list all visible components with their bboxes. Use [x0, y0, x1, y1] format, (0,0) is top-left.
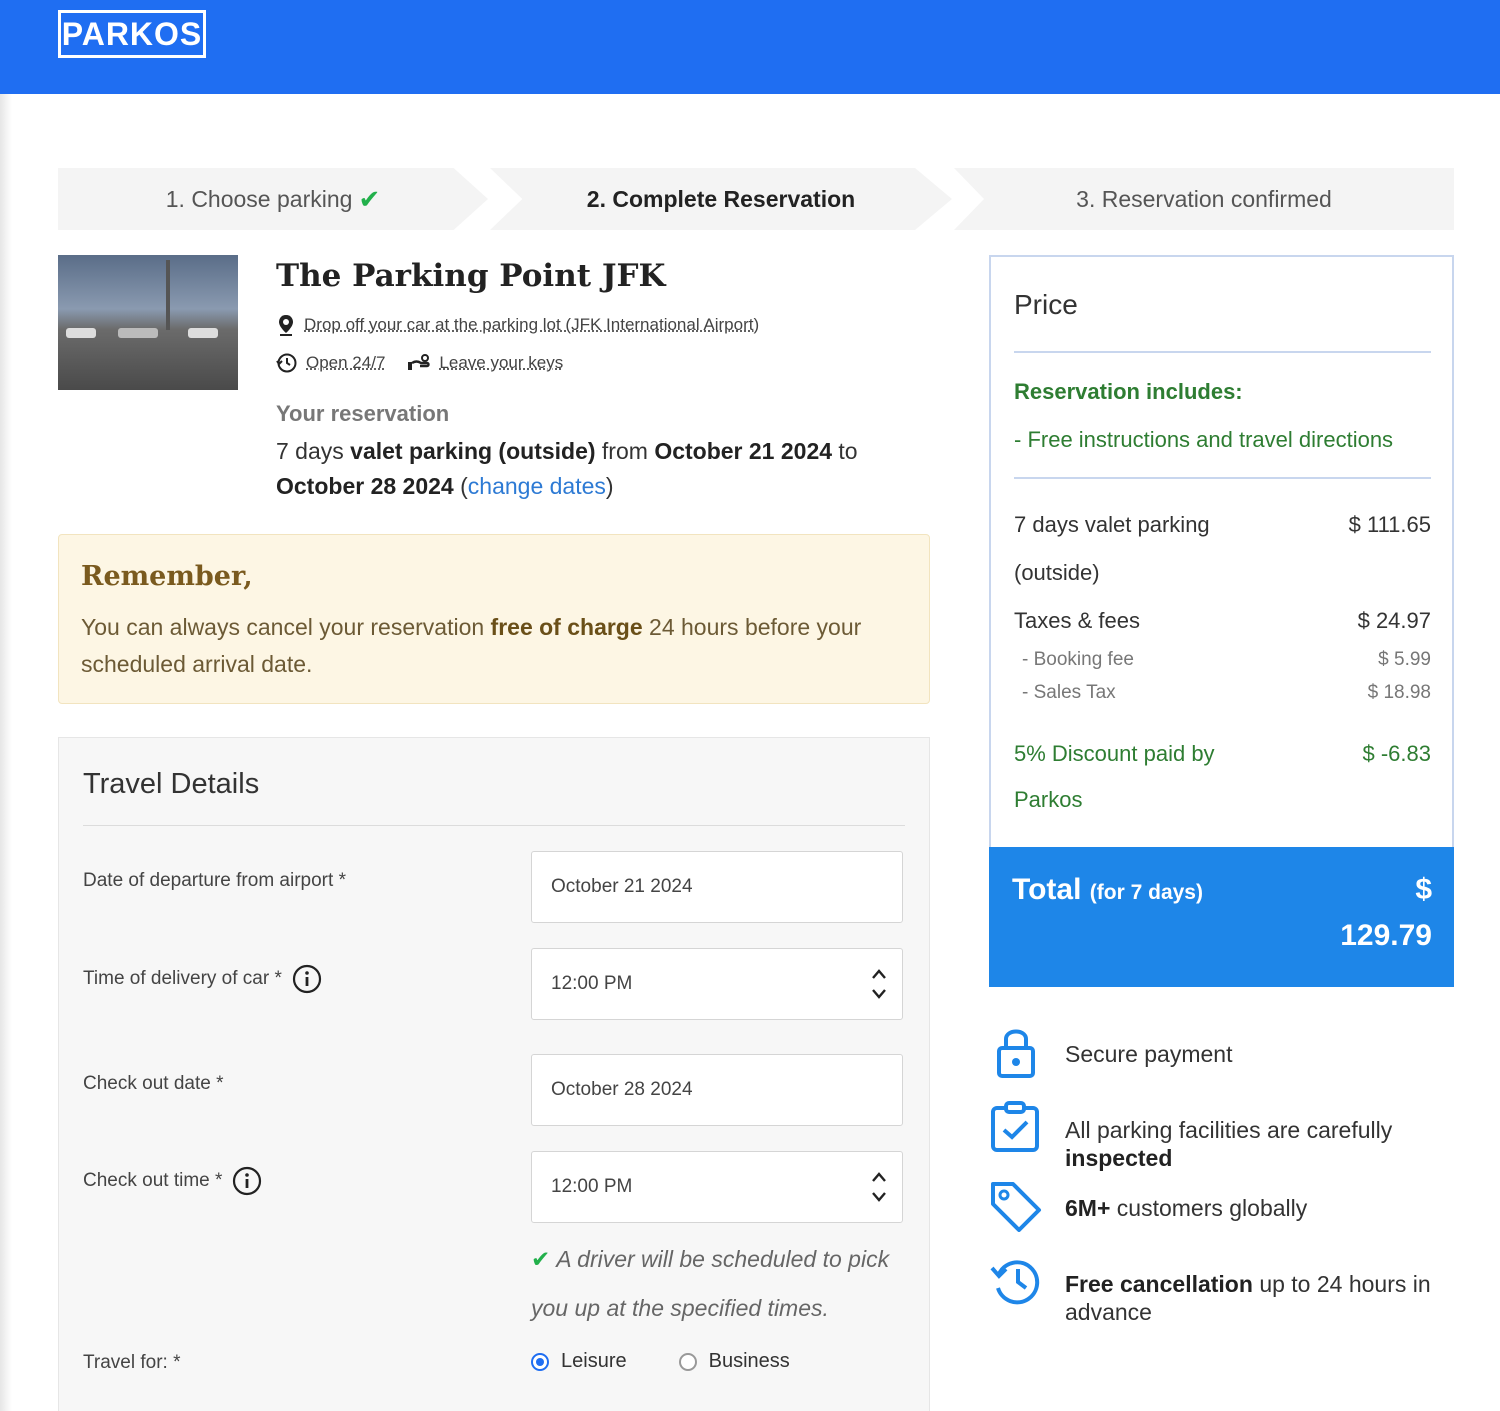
remember-title: Remember, — [81, 561, 253, 592]
feature-leave-keys[interactable]: Leave your keys — [407, 352, 563, 374]
page-edge-shadow — [0, 94, 12, 1411]
step-choose-parking[interactable]: 1. Choose parking ✔ — [58, 168, 488, 230]
select-spinner-icon — [872, 969, 886, 999]
checkmark-icon: ✔ — [358, 183, 381, 214]
parking-lot-name: The Parking Point JFK — [276, 258, 666, 294]
departure-date-label: Date of departure from airport * — [83, 870, 346, 891]
leave-keys-text: Leave your keys — [439, 353, 564, 372]
travel-details-panel: Travel Details Date of departure from ai… — [58, 737, 930, 1411]
checkout-time-label: Check out time * — [83, 1166, 262, 1196]
step-choose-parking-label: 1. Choose parking — [165, 185, 353, 212]
delivery-time-label: Time of delivery of car * — [83, 964, 322, 994]
info-icon[interactable] — [232, 1166, 262, 1196]
usp-cancellation: Free cancellation up to 24 hours in adva… — [989, 1254, 1431, 1325]
usp-inspected: All parking facilities are carefully insp… — [989, 1100, 1392, 1171]
hand-key-icon — [408, 354, 431, 370]
usp-secure-payment: Secure payment — [989, 1026, 1232, 1080]
clock-history-icon — [276, 353, 297, 373]
departure-date-input[interactable]: October 21 2024 — [531, 851, 903, 923]
includes-item: - Free instructions and travel direction… — [1014, 427, 1394, 452]
step-reservation-confirmed-label: 3. Reservation confirmed — [1076, 185, 1332, 212]
radio-business[interactable]: Business — [678, 1350, 790, 1373]
location-link[interactable]: Drop off your car at the parking lot (JF… — [304, 315, 759, 335]
checkout-time-select[interactable]: 12:00 PM — [531, 1151, 903, 1223]
booking-fee-line: - Booking fee $ 5.99 — [1022, 649, 1431, 670]
taxes-line: Taxes & fees $ 24.97 — [1014, 608, 1431, 633]
reservation-summary: 7 days valet parking (outside) from Octo… — [276, 438, 858, 499]
lot-features: Open 24/7 Leave your keys — [276, 352, 563, 374]
clipboard-check-icon — [991, 1101, 1039, 1152]
discount-line: 5% Discount paid by Parkos $ -6.83 — [1014, 741, 1431, 812]
feature-open-247[interactable]: Open 24/7 — [276, 352, 385, 374]
radio-button[interactable] — [531, 1352, 549, 1371]
travel-for-options: Leisure Business — [531, 1350, 842, 1373]
select-spinner-icon — [872, 1172, 886, 1202]
sales-tax-line: - Sales Tax $ 18.98 — [1022, 682, 1431, 703]
parking-lot-photo — [58, 255, 238, 390]
parkos-logo[interactable]: PARKOS — [58, 10, 206, 58]
lock-icon — [997, 1029, 1035, 1078]
price-panel: Price Reservation includes: - Free instr… — [989, 255, 1454, 987]
usp-customers: 6M+ customers globally — [989, 1178, 1307, 1232]
checkmark-icon: ✔ — [531, 1246, 551, 1272]
reservation-label: Your reservation — [276, 401, 450, 426]
usp-cancellation-text: Free cancellation up to 24 hours in adva… — [1065, 1271, 1431, 1325]
info-icon[interactable] — [292, 964, 322, 994]
top-bar: PARKOS — [0, 0, 1500, 94]
clock-history-icon — [990, 1260, 1040, 1305]
delivery-time-select[interactable]: 12:00 PM — [531, 948, 903, 1020]
step-reservation-confirmed: 3. Reservation confirmed — [954, 168, 1454, 230]
map-pin-icon — [279, 315, 293, 336]
total-box: Total (for 7 days) $ 129.79 — [989, 847, 1454, 987]
divider — [1014, 351, 1431, 353]
step-complete-reservation-label: 2. Complete Reservation — [586, 185, 856, 212]
driver-note: ✔ A driver will be scheduled to pick you … — [531, 1246, 890, 1321]
parking-line: 7 days valet parking (outside) $ 111.65 — [1014, 512, 1431, 585]
total-currency: $ — [1415, 873, 1432, 906]
total-label: Total (for 7 days) — [1012, 873, 1203, 906]
divider — [83, 825, 905, 826]
remember-notice: Remember, You can always cancel your res… — [58, 534, 930, 704]
tag-icon — [991, 1182, 1041, 1232]
includes-title: Reservation includes: — [1014, 379, 1243, 404]
radio-leisure[interactable]: Leisure — [531, 1350, 627, 1373]
travel-for-label: Travel for: * — [83, 1352, 181, 1373]
divider — [1014, 477, 1431, 479]
usp-customers-text: 6M+ customers globally — [1065, 1195, 1308, 1221]
change-dates-link[interactable]: change dates — [468, 473, 606, 499]
location-line[interactable]: Drop off your car at the parking lot (JF… — [276, 314, 759, 336]
usp-secure-text: Secure payment — [1065, 1041, 1233, 1067]
price-title: Price — [1014, 289, 1078, 320]
checkout-date-input[interactable]: October 28 2024 — [531, 1054, 903, 1126]
progress-steps: 1. Choose parking ✔ 2. Complete Reservat… — [58, 168, 1454, 230]
travel-details-title: Travel Details — [83, 768, 260, 800]
total-value: 129.79 — [1340, 919, 1432, 952]
remember-text: You can always cancel your reservation f… — [81, 614, 862, 677]
step-complete-reservation: 2. Complete Reservation — [490, 168, 952, 230]
radio-button[interactable] — [678, 1352, 697, 1371]
usp-inspected-text: All parking facilities are carefully insp… — [1065, 1117, 1393, 1171]
open-hours-text: Open 24/7 — [306, 353, 386, 372]
checkout-date-label: Check out date * — [83, 1073, 224, 1094]
